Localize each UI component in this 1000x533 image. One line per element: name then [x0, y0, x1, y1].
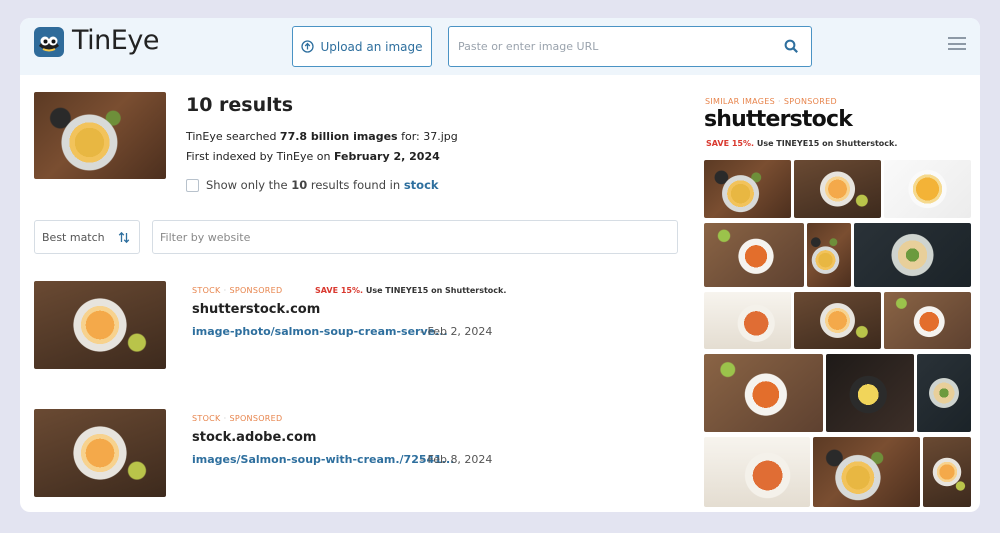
filter-by-website-input[interactable]: Filter by website	[152, 220, 678, 254]
result-thumbnail[interactable]	[34, 281, 166, 369]
result-domain[interactable]: stock.adobe.com	[192, 430, 316, 445]
result-domain[interactable]: shutterstock.com	[192, 302, 320, 317]
result-thumbnail[interactable]	[34, 409, 166, 497]
query-image-thumbnail	[34, 92, 166, 179]
header: TinEye Upload an image Paste or enter im…	[20, 18, 980, 75]
stock-link[interactable]: stock	[404, 178, 439, 192]
sort-label: Best match	[42, 230, 105, 244]
result-link[interactable]: image-photo/salmon-soup-cream-serve...	[192, 325, 448, 338]
shutterstock-logo[interactable]: shutterstock	[704, 107, 853, 132]
result-tags: STOCK · SPONSORED	[192, 414, 283, 423]
similar-image-thumbnail[interactable]	[794, 160, 881, 218]
upload-icon	[301, 40, 315, 53]
similar-image-thumbnail[interactable]	[704, 437, 810, 507]
stock-only-checkbox[interactable]	[186, 178, 199, 192]
similar-image-thumbnail[interactable]	[704, 292, 791, 349]
result-tags: STOCK · SPONSORED	[192, 286, 283, 295]
similar-image-thumbnail[interactable]	[917, 354, 971, 432]
search-icon[interactable]	[784, 39, 799, 54]
sort-select[interactable]: Best match	[34, 220, 140, 254]
result-link[interactable]: images/Salmon-soup-with-cream./72541...	[192, 453, 454, 466]
search-info: TinEye searched 77.8 billion images for:…	[186, 130, 458, 143]
sort-icon	[118, 231, 130, 244]
first-indexed-info: First indexed by TinEye on February 2, 2…	[186, 150, 440, 163]
similar-image-thumbnail[interactable]	[884, 292, 971, 349]
app-name[interactable]: TinEye	[72, 25, 159, 56]
similar-image-thumbnail[interactable]	[813, 437, 920, 507]
similar-image-thumbnail[interactable]	[704, 223, 804, 287]
upload-label: Upload an image	[320, 39, 423, 54]
similar-image-thumbnail[interactable]	[704, 160, 791, 218]
similar-image-thumbnail[interactable]	[884, 160, 971, 218]
tineye-logo-icon[interactable]	[33, 26, 65, 58]
similar-image-thumbnail[interactable]	[854, 223, 971, 287]
results-count-title: 10 results	[186, 94, 294, 116]
similar-image-thumbnail[interactable]	[807, 223, 851, 287]
similar-image-thumbnail[interactable]	[826, 354, 914, 432]
filter-placeholder: Filter by website	[160, 230, 251, 244]
side-panel-tags: SIMILAR IMAGES · SPONSORED	[705, 97, 837, 106]
similar-image-thumbnail[interactable]	[704, 354, 823, 432]
result-promo: SAVE 15%. Use TINEYE15 on Shutterstock.	[315, 286, 507, 295]
app-frame: TinEye Upload an image Paste or enter im…	[20, 18, 980, 512]
side-panel-promo: SAVE 15%. Use TINEYE15 on Shutterstock.	[706, 139, 898, 148]
result-date: - Feb 8, 2024	[420, 453, 493, 466]
upload-image-button[interactable]: Upload an image	[292, 26, 432, 67]
similar-image-thumbnail[interactable]	[923, 437, 971, 507]
url-placeholder: Paste or enter image URL	[458, 40, 599, 53]
stock-filter-row: Show only the 10 results found in stock	[186, 178, 439, 192]
menu-icon[interactable]	[948, 37, 966, 50]
image-url-input[interactable]: Paste or enter image URL	[448, 26, 812, 67]
similar-image-thumbnail[interactable]	[794, 292, 881, 349]
result-date: - Feb 2, 2024	[420, 325, 493, 338]
